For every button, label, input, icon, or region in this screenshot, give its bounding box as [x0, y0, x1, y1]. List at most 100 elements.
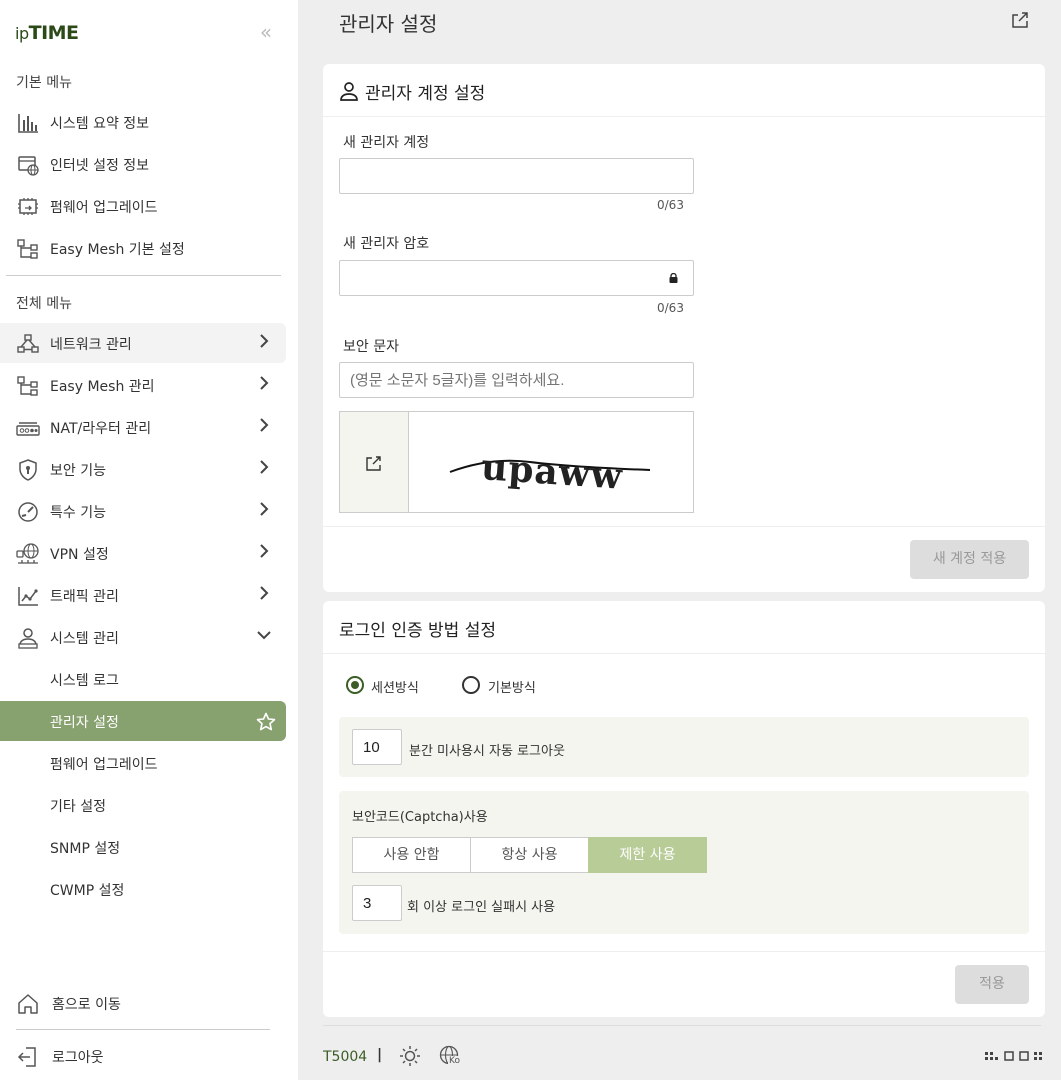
new-account-counter: 0/63 [657, 198, 684, 212]
footer-separator: | [377, 1047, 383, 1063]
card-divider [323, 951, 1045, 952]
chevron-right-icon [260, 544, 269, 558]
sidebar-divider [6, 275, 281, 276]
network-icon [17, 334, 39, 353]
radio-basic-label: 기본방식 [488, 681, 536, 696]
chevron-right-icon [260, 502, 269, 516]
traffic-chart-icon [18, 587, 38, 606]
vpn-globe-icon [16, 543, 39, 564]
footer-divider [323, 1025, 1041, 1026]
menu-item-firmware[interactable]: 펌웨어 업그레이드 [0, 186, 286, 226]
submenu-item-label: CWMP 설정 [50, 883, 125, 899]
basic-menu-title: 기본 메뉴 [16, 75, 72, 91]
menu-item-vpn[interactable]: VPN 설정 [0, 533, 286, 573]
submenu-item-label: 시스템 로그 [50, 673, 119, 689]
new-account-label: 새 관리자 계정 [343, 135, 430, 151]
menu-item-label: Easy Mesh 관리 [50, 379, 155, 395]
sidebar: ipTIME « 기본 메뉴 시스템 요약 정보 인터넷 설정 정보 펌웨어 업… [0, 0, 298, 1080]
fail-count-input[interactable] [352, 885, 402, 921]
captcha-image: upaww [449, 446, 651, 498]
admin-account-card: 관리자 계정 설정 새 관리자 계정 0/63 새 관리자 암호 0/63 보안… [323, 64, 1045, 592]
timeout-text: 분간 미사용시 자동 로그아웃 [409, 744, 565, 759]
home-link[interactable]: 홈으로 이동 [0, 983, 286, 1023]
refresh-icon [366, 456, 381, 471]
user-system-icon [18, 628, 38, 649]
page-title: 관리자 설정 [339, 12, 438, 36]
firmware-icon [18, 198, 38, 215]
collapse-sidebar-icon[interactable]: « [256, 20, 276, 44]
submenu-item-cwmp[interactable]: CWMP 설정 [0, 869, 286, 909]
menu-item-system[interactable]: 시스템 관리 [0, 617, 286, 657]
card-divider [323, 526, 1045, 527]
new-password-counter: 0/63 [657, 301, 684, 315]
star-favorite-icon[interactable] [256, 712, 276, 732]
login-auth-card: 로그인 인증 방법 설정 세션방식 기본방식 분간 미사용시 자동 로그아웃 보… [323, 601, 1045, 1017]
captcha-option-off[interactable]: 사용 안함 [352, 837, 471, 873]
mesh-icon [17, 376, 38, 396]
radio-session-label: 세션방식 [371, 681, 419, 696]
home-label: 홈으로 이동 [52, 997, 121, 1013]
submenu-item-label: 펌웨어 업그레이드 [50, 757, 158, 773]
theme-sun-icon[interactable] [399, 1045, 421, 1067]
menu-item-label: 인터넷 설정 정보 [50, 158, 150, 174]
card-title: 로그인 인증 방법 설정 [339, 621, 496, 641]
menu-item-label: 시스템 요약 정보 [50, 116, 150, 132]
language-button[interactable]: Ko [439, 1045, 463, 1069]
menu-item-label: NAT/라우터 관리 [50, 421, 152, 437]
logo-ip: ip [15, 24, 29, 43]
export-icon[interactable] [1010, 10, 1030, 30]
submenu-item-system-log[interactable]: 시스템 로그 [0, 659, 286, 699]
iptime-logo[interactable]: ipTIME [15, 22, 79, 44]
apply-login-button[interactable]: 적용 [955, 965, 1029, 1004]
submenu-item-firmware[interactable]: 펌웨어 업그레이드 [0, 743, 286, 783]
menu-item-network[interactable]: 네트워크 관리 [0, 323, 286, 363]
captcha-usage-panel: 보안코드(Captcha)사용 사용 안함 항상 사용 제한 사용 회 이상 로… [339, 791, 1029, 934]
submenu-item-admin-settings[interactable]: 관리자 설정 [0, 701, 286, 741]
new-password-label: 새 관리자 암호 [343, 236, 430, 252]
chevron-right-icon [260, 334, 269, 348]
captcha-option-limited[interactable]: 제한 사용 [588, 837, 707, 873]
menu-item-special[interactable]: 특수 기능 [0, 491, 286, 531]
chevron-right-icon [260, 586, 269, 600]
captcha-option-always[interactable]: 항상 사용 [470, 837, 589, 873]
captcha-refresh-button[interactable] [340, 412, 409, 512]
menu-item-traffic[interactable]: 트래픽 관리 [0, 575, 286, 615]
lock-icon[interactable] [669, 273, 678, 283]
logo-time: TIME [28, 22, 79, 44]
menu-item-internet-info[interactable]: 인터넷 설정 정보 [0, 144, 286, 184]
captcha-input[interactable] [339, 362, 694, 398]
card-title: 관리자 계정 설정 [365, 84, 486, 104]
fail-count-text: 회 이상 로그인 실패시 사용 [407, 900, 556, 915]
menu-item-label: Easy Mesh 기본 설정 [50, 242, 185, 258]
sidebar-bottom-divider [16, 1029, 270, 1030]
submenu-item-snmp[interactable]: SNMP 설정 [0, 827, 286, 867]
new-account-input[interactable] [339, 158, 694, 194]
menu-item-label: 네트워크 관리 [50, 337, 132, 353]
menu-item-easymesh[interactable]: Easy Mesh 관리 [0, 365, 286, 405]
captcha-usage-title: 보안코드(Captcha)사용 [352, 810, 488, 825]
menu-item-security[interactable]: 보안 기능 [0, 449, 286, 489]
captcha-text: upaww [480, 446, 624, 498]
logout-link[interactable]: 로그아웃 [0, 1036, 286, 1076]
new-password-input[interactable] [339, 260, 694, 296]
card-header: 관리자 계정 설정 [323, 64, 1045, 117]
submenu-item-other-settings[interactable]: 기타 설정 [0, 785, 286, 825]
user-icon [340, 82, 358, 101]
bar-chart-icon [18, 114, 38, 133]
radio-basic[interactable] [462, 676, 480, 694]
router-icon [16, 422, 40, 436]
logout-icon [17, 1047, 36, 1067]
layout-toggle-icon[interactable] [984, 1050, 1044, 1062]
chevron-right-icon [260, 460, 269, 474]
radio-session[interactable] [346, 676, 364, 694]
menu-item-system-summary[interactable]: 시스템 요약 정보 [0, 102, 286, 142]
menu-item-nat-router[interactable]: NAT/라우터 관리 [0, 407, 286, 447]
timeout-input[interactable] [352, 729, 402, 765]
menu-item-label: VPN 설정 [50, 547, 109, 563]
apply-new-account-button[interactable]: 새 계정 적용 [910, 540, 1029, 579]
menu-item-label: 트래픽 관리 [50, 589, 119, 605]
card-header: 로그인 인증 방법 설정 [323, 601, 1045, 654]
menu-item-label: 시스템 관리 [50, 631, 119, 647]
menu-item-easymesh-basic[interactable]: Easy Mesh 기본 설정 [0, 228, 286, 268]
internet-settings-icon [18, 156, 39, 176]
